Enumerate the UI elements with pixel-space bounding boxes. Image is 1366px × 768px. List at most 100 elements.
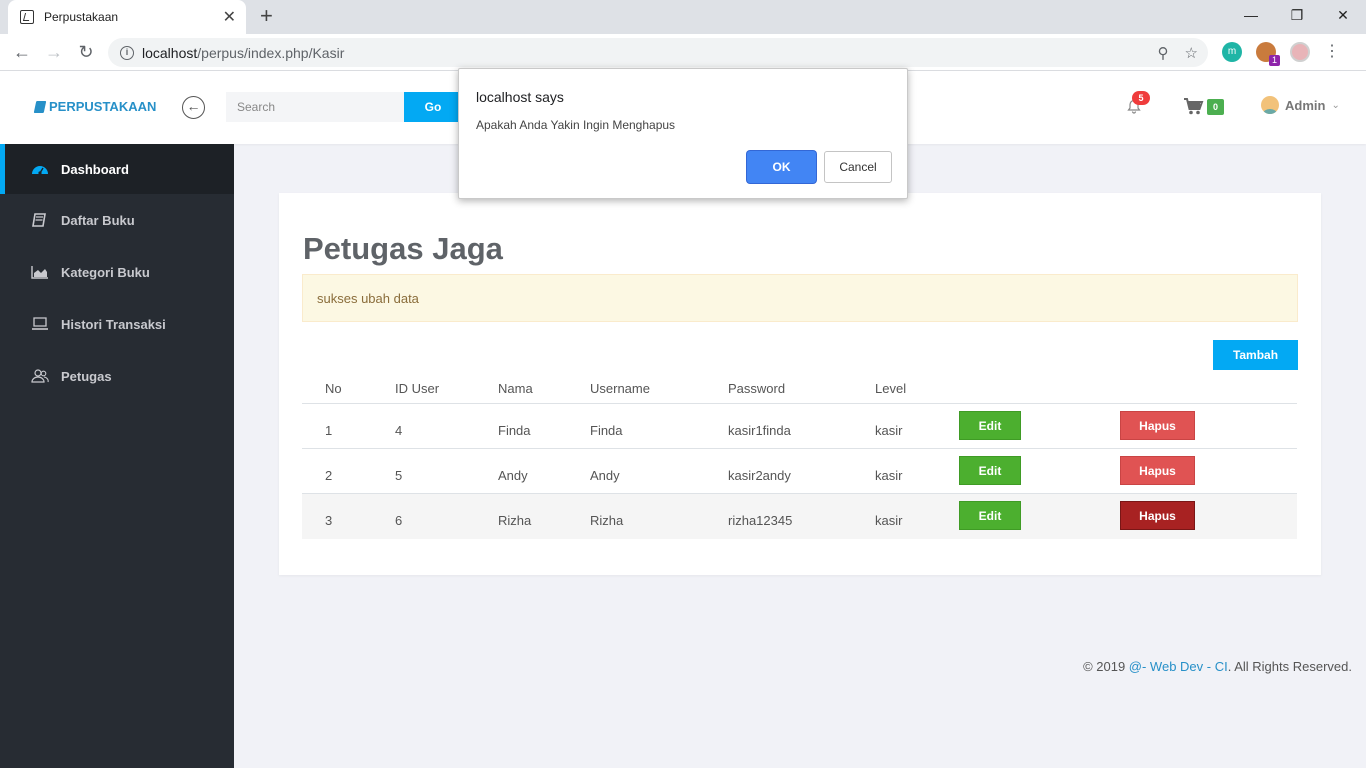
success-alert: sukses ubah data: [302, 274, 1298, 322]
cart-badge: 0: [1207, 99, 1224, 115]
edit-button[interactable]: Edit: [959, 411, 1021, 440]
browser-tab[interactable]: Perpustakaan ✕: [8, 0, 246, 34]
edit-button[interactable]: Edit: [959, 501, 1021, 530]
extension-badge: 1: [1268, 55, 1280, 66]
back-arrow-icon[interactable]: ←: [10, 40, 34, 64]
cell-nama: Rizha: [498, 513, 532, 528]
extension-m-icon[interactable]: m: [1222, 42, 1242, 62]
sidebar-item-daftar-buku[interactable]: Daftar Buku: [0, 194, 234, 246]
minimize-icon[interactable]: —: [1228, 0, 1274, 30]
user-name: Admin: [1285, 97, 1326, 113]
cell-password: rizha12345: [728, 513, 793, 528]
cell-password: kasir1finda: [728, 423, 791, 438]
column-header: Level: [875, 381, 907, 396]
book-icon: [33, 100, 47, 113]
cell-no: 2: [325, 468, 333, 483]
table-row: 3 6 Rizha Rizha rizha12345 kasir Edit Ha…: [302, 494, 1297, 539]
dialog-ok-button[interactable]: OK: [747, 151, 816, 183]
dashboard-icon: [31, 162, 49, 176]
tab-close-icon[interactable]: ✕: [223, 7, 236, 27]
table-header: No ID User Nama Username Password Level: [302, 375, 1297, 404]
cell-level: kasir: [875, 513, 903, 528]
notification-badge: 5: [1132, 91, 1150, 105]
laptop-icon: [31, 317, 49, 331]
search-go-button[interactable]: Go: [404, 92, 462, 122]
browser-toolbar: ← → ↻ i localhost /perpus/index.php/Kasi…: [0, 34, 1366, 71]
delete-button[interactable]: Hapus: [1120, 501, 1195, 530]
brand-logo[interactable]: PERPUSTAKAAN: [33, 99, 156, 114]
sidebar-item-label: Kategori Buku: [61, 264, 150, 280]
table-row: 2 5 Andy Andy kasir2andy kasir Edit Hapu…: [302, 449, 1297, 494]
column-header: ID User: [395, 381, 440, 396]
dialog-cancel-button[interactable]: Cancel: [824, 151, 892, 183]
chevron-down-icon: ⌄: [1331, 99, 1340, 111]
search-input[interactable]: [226, 92, 404, 122]
delete-button[interactable]: Hapus: [1120, 411, 1195, 440]
cell-level: kasir: [875, 468, 903, 483]
column-header: Password: [728, 381, 786, 396]
extension-monkey-icon[interactable]: 1: [1256, 42, 1280, 66]
users-icon: [31, 369, 49, 383]
cell-username: Andy: [590, 468, 620, 483]
cell-nama: Finda: [498, 423, 531, 438]
column-header: Username: [590, 381, 650, 396]
dialog-message: Apakah Anda Yakin Ingin Menghapus: [476, 118, 676, 132]
footer-suffix: . All Rights Reserved.: [1227, 659, 1352, 674]
sidebar-item-label: Petugas: [61, 368, 112, 384]
cart-icon[interactable]: [1184, 98, 1204, 118]
url-host: localhost: [142, 44, 198, 61]
cell-level: kasir: [875, 423, 903, 438]
bookmark-star-icon[interactable]: ☆: [1185, 44, 1198, 62]
tab-title: Perpustakaan: [44, 10, 119, 24]
sidebar-item-petugas[interactable]: Petugas: [0, 350, 234, 402]
area-chart-icon: [31, 265, 49, 279]
cell-id: 6: [395, 513, 403, 528]
sidebar-item-label: Dashboard: [61, 161, 129, 177]
column-header: Nama: [498, 381, 533, 396]
dialog-title: localhost says: [476, 89, 564, 105]
cell-password: kasir2andy: [728, 468, 791, 483]
table-row: 1 4 Finda Finda kasir1finda kasir Edit H…: [302, 404, 1297, 449]
page-favicon-icon: [20, 10, 34, 24]
delete-button[interactable]: Hapus: [1120, 456, 1195, 485]
sidebar-item-histori-transaksi[interactable]: Histori Transaksi: [0, 298, 234, 350]
address-bar[interactable]: i localhost /perpus/index.php/Kasir ⚲ ☆: [108, 38, 1208, 67]
profile-avatar-icon[interactable]: [1290, 42, 1310, 62]
book-icon: [31, 213, 49, 227]
add-button[interactable]: Tambah: [1213, 340, 1298, 370]
cell-id: 4: [395, 423, 403, 438]
cell-username: Rizha: [590, 513, 624, 528]
new-tab-icon[interactable]: +: [260, 4, 273, 28]
sidebar: Dashboard Daftar Buku Kategori Buku Hist…: [0, 144, 234, 768]
footer-link[interactable]: @- Web Dev - CI: [1129, 659, 1228, 674]
browser-menu-icon[interactable]: ⋮: [1324, 44, 1340, 60]
cell-nama: Andy: [498, 468, 528, 483]
close-window-icon[interactable]: ✕: [1320, 0, 1366, 30]
cell-no: 3: [325, 513, 333, 528]
footer: © 2019 @- Web Dev - CI. All Rights Reser…: [1083, 659, 1352, 674]
sidebar-item-dashboard[interactable]: Dashboard: [0, 144, 234, 194]
sidebar-item-kategori-buku[interactable]: Kategori Buku: [0, 246, 234, 298]
footer-prefix: © 2019: [1083, 659, 1129, 674]
site-info-icon[interactable]: i: [120, 45, 134, 60]
cell-username: Finda: [590, 423, 623, 438]
window-controls: — ❐ ✕: [1228, 0, 1366, 34]
url-path: /perpus/index.php/Kasir: [197, 44, 345, 61]
cell-id: 5: [395, 468, 403, 483]
staff-table: No ID User Nama Username Password Level …: [302, 375, 1297, 539]
forward-arrow-icon[interactable]: →: [42, 40, 66, 64]
column-header: No: [325, 381, 342, 396]
page-title: Petugas Jaga: [303, 231, 503, 266]
cell-no: 1: [325, 423, 333, 438]
maximize-icon[interactable]: ❐: [1274, 0, 1320, 30]
content-card: Petugas Jaga sukses ubah data Tambah No …: [279, 193, 1321, 575]
reload-icon[interactable]: ↻: [74, 40, 98, 64]
zoom-icon[interactable]: ⚲: [1158, 44, 1169, 62]
menu-toggle-arrow-icon[interactable]: ←: [182, 96, 205, 119]
sidebar-item-label: Daftar Buku: [61, 212, 135, 228]
edit-button[interactable]: Edit: [959, 456, 1021, 485]
search-form: Go: [226, 92, 462, 122]
user-avatar: [1261, 96, 1279, 114]
user-menu[interactable]: Admin ⌄: [1261, 96, 1340, 114]
sidebar-item-label: Histori Transaksi: [61, 316, 166, 332]
